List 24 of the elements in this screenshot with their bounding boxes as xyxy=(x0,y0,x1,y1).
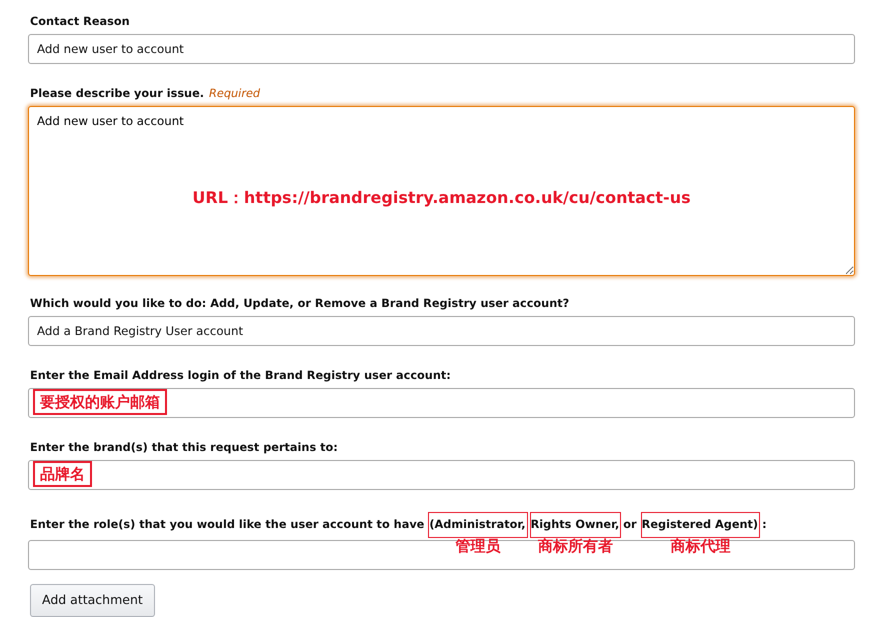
input-field[interactable] xyxy=(28,388,855,418)
field-label: Enter the Email Address login of the Brand Registry user account: xyxy=(30,368,451,384)
annotation-note: 品牌名 xyxy=(33,461,92,487)
field-label: Enter the role(s) that you would like the user account to have xyxy=(30,517,424,533)
field-label: or xyxy=(623,517,637,533)
input-field[interactable] xyxy=(28,540,855,570)
field-label: Enter the brand(s) that this request pertains to: xyxy=(30,440,338,456)
annotation-text: URL：https://brandregistry.amazon.co.uk/cu/contact-us xyxy=(192,187,691,209)
input-field[interactable]: Add new user to account xyxy=(28,34,855,64)
required-label: Required xyxy=(209,86,260,102)
input-field[interactable]: Add a Brand Registry User account xyxy=(28,316,855,346)
field-label: Which would you like to do: Add, Update, or Remove a Brand Registry user account? xyxy=(30,296,570,312)
field-label: Please describe your issue. xyxy=(30,86,204,102)
annotation-note: 要授权的账户邮箱 xyxy=(33,389,167,415)
field-label: : xyxy=(762,517,767,533)
annotation-note: 商标代理 xyxy=(669,538,732,554)
annotation-note: 商标所有者 xyxy=(536,538,614,554)
field-label: Contact Reason xyxy=(30,14,130,30)
annotated-text: Registered Agent) xyxy=(640,512,760,538)
annotation-note: 管理员 xyxy=(454,538,502,554)
annotated-text: (Administrator, xyxy=(428,512,528,538)
attachment-button[interactable]: Add attachment xyxy=(30,584,155,617)
input-field[interactable] xyxy=(28,460,855,490)
annotated-text: Rights Owner, xyxy=(530,512,622,538)
